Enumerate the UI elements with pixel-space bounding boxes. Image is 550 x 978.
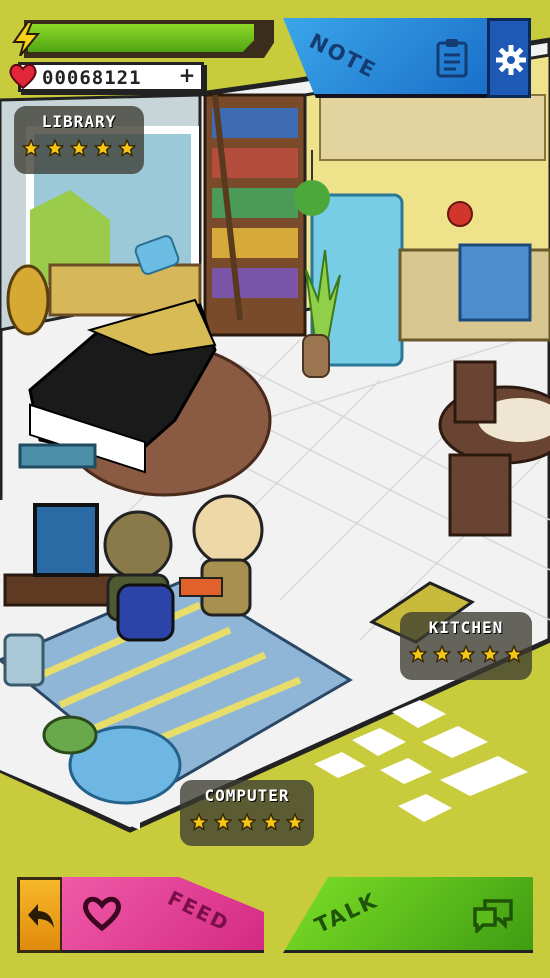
back-button[interactable] (17, 877, 63, 953)
talk-button[interactable]: TALK (283, 877, 533, 953)
clipboard-icon (436, 39, 468, 78)
computer-label: COMPUTER (204, 786, 290, 805)
star-icon (433, 645, 451, 663)
computer-rating-stars (188, 813, 306, 831)
star-icon (118, 139, 136, 157)
chat-bubbles-icon (473, 899, 513, 933)
library-room-label[interactable]: LIBRARY (14, 106, 144, 174)
player-character-seated (103, 510, 175, 642)
star-icon (262, 813, 280, 831)
star-icon (70, 139, 88, 157)
upper-cabinets (319, 94, 546, 161)
piano-bench (18, 443, 97, 469)
star-icon (505, 645, 523, 663)
star-icon (481, 645, 499, 663)
hearts-value: 00068121 (42, 67, 142, 89)
kitchen-label: KITCHEN (428, 618, 504, 637)
trash-can (3, 633, 45, 687)
kitchen-room-label[interactable]: KITCHEN (400, 612, 532, 680)
star-icon (190, 813, 208, 831)
star-icon (22, 139, 40, 157)
kitchen-rating-stars (408, 645, 524, 663)
heart-icon (9, 63, 37, 90)
energy-fill (28, 24, 254, 52)
stove (458, 243, 532, 322)
star-icon (457, 645, 475, 663)
back-arrow-icon (28, 904, 54, 928)
lightning-icon (12, 22, 40, 56)
red-kettle (447, 201, 473, 227)
star-icon (238, 813, 256, 831)
dining-chair (448, 453, 512, 537)
heart-outline-icon (83, 896, 121, 931)
star-icon (409, 645, 427, 663)
gramophone (6, 264, 50, 336)
dining-chair-back (453, 360, 497, 424)
settings-button[interactable] (487, 18, 531, 98)
library-label: LIBRARY (41, 112, 117, 131)
library-rating-stars (22, 139, 136, 157)
computer-room-label[interactable]: COMPUTER (180, 780, 314, 846)
frog-plush (42, 715, 98, 755)
add-hearts-button[interactable]: + (176, 63, 198, 89)
star-icon (46, 139, 64, 157)
monitor (33, 503, 99, 577)
feed-button[interactable]: FEED (62, 877, 264, 953)
energy-bar (8, 18, 274, 60)
note-button[interactable]: NOTE (283, 18, 488, 98)
star-icon (214, 813, 232, 831)
star-icon (286, 813, 304, 831)
gear-icon (496, 45, 526, 75)
star-icon (94, 139, 112, 157)
hearts-counter: 00068121 + (8, 60, 204, 94)
